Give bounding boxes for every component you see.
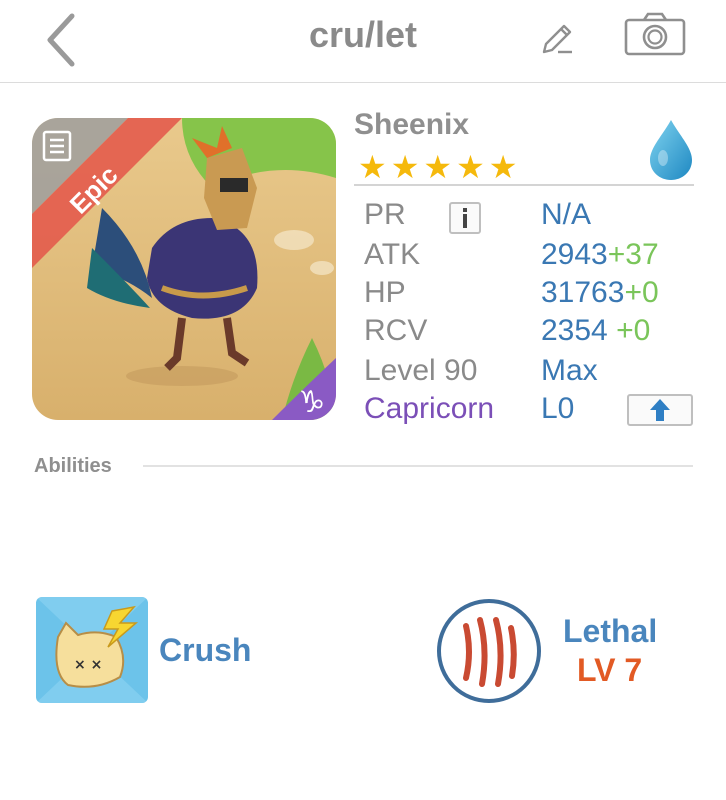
hp-label: HP [364, 276, 406, 309]
ability-name: Crush [159, 632, 252, 668]
star-icon: ★ [390, 149, 420, 185]
water-drop-icon [650, 120, 692, 180]
star-rating: ★ ★ ★ ★ ★ [358, 150, 521, 184]
level-value: Max [541, 354, 598, 387]
star-icon: ★ [423, 149, 453, 185]
star-icon: ★ [488, 149, 518, 185]
abilities-heading: Abilities [34, 455, 112, 477]
crush-icon[interactable]: × × [36, 597, 148, 703]
zodiac-level: L0 [541, 392, 575, 425]
atk-bonus: +37 [607, 238, 659, 271]
rcv-bonus: +0 [616, 314, 651, 347]
rcv-base: 2354 [541, 314, 608, 347]
hp-value: 31763+0 [541, 276, 659, 310]
rcv-value: 2354 +0 [541, 314, 650, 348]
star-icon: ★ [358, 149, 387, 185]
atk-label: ATK [364, 238, 421, 271]
level-label: Level 90 [364, 354, 478, 387]
monster-portrait[interactable]: Epic ♑ [32, 118, 336, 420]
monster-name: Sheenix [354, 108, 470, 141]
page-title: cru/let [308, 14, 418, 55]
divider [143, 465, 693, 467]
pr-label: PR [364, 198, 406, 231]
hp-bonus: +0 [624, 276, 659, 309]
ability-level: LV 7 [577, 652, 643, 688]
zodiac-label: Capricorn [364, 392, 495, 425]
arrow-up-icon [650, 399, 670, 421]
atk-base: 2943 [541, 238, 608, 271]
hp-base: 31763 [541, 276, 625, 309]
pr-value: N/A [541, 198, 592, 231]
camera-icon[interactable] [624, 12, 686, 56]
info-button[interactable] [449, 202, 481, 234]
capricorn-symbol: ♑ [299, 385, 326, 420]
pencil-icon[interactable] [540, 18, 576, 54]
ability-name: Lethal [563, 613, 658, 649]
star-icon: ★ [456, 149, 485, 185]
atk-value: 2943+37 [541, 238, 659, 272]
claw-marks-icon[interactable] [436, 598, 542, 704]
upgrade-button[interactable] [627, 394, 693, 426]
rcv-label: RCV [364, 314, 428, 347]
info-icon [463, 208, 467, 228]
divider [354, 184, 694, 186]
svg-text:× ×: × × [74, 657, 102, 673]
